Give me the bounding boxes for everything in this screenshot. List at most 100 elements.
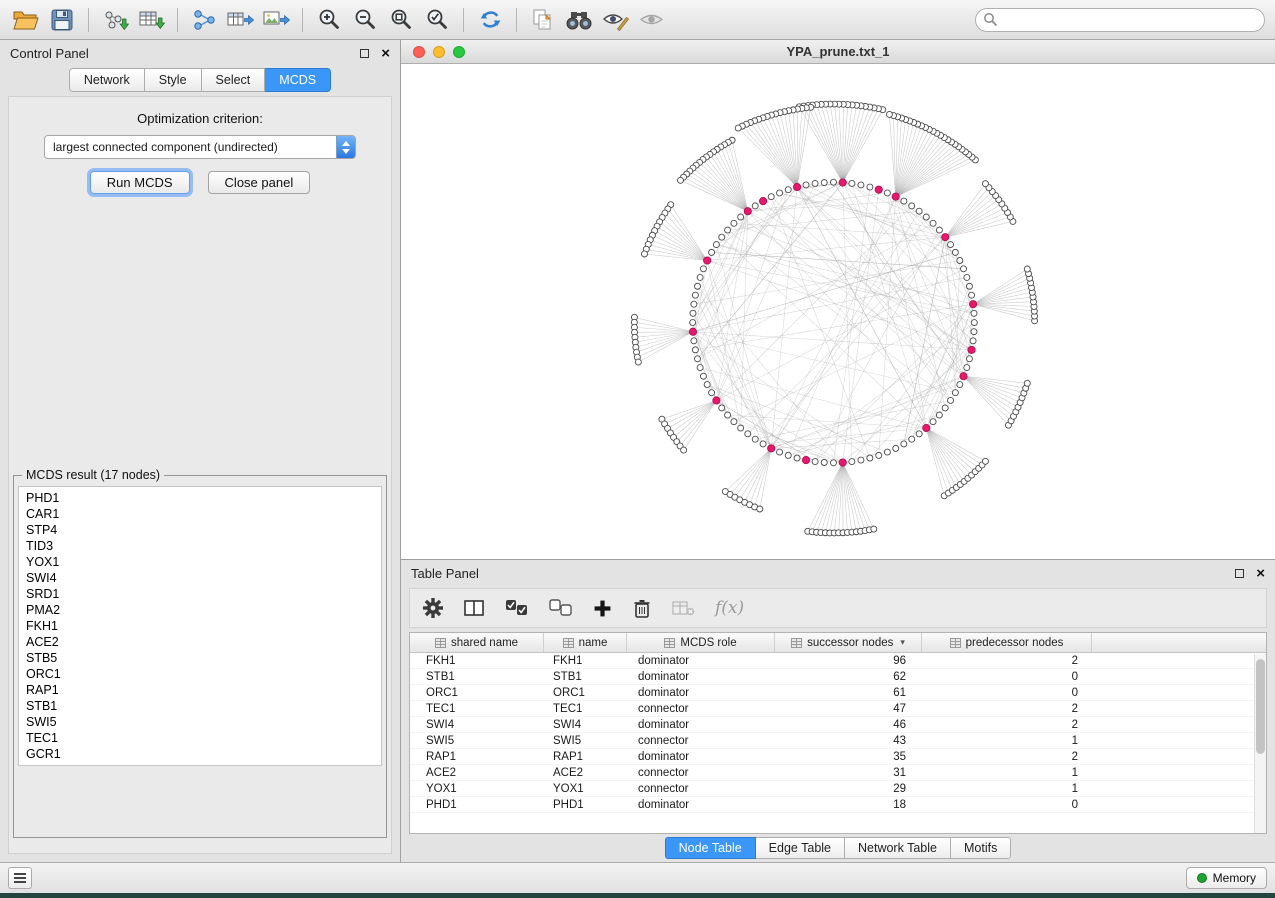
cell-name: SWI5 bbox=[544, 733, 627, 749]
result-node-item[interactable]: YOX1 bbox=[19, 554, 381, 570]
column-header-shared-name[interactable]: shared name bbox=[410, 633, 544, 652]
result-node-item[interactable]: STP4 bbox=[19, 522, 381, 538]
result-node-item[interactable]: PHD1 bbox=[19, 490, 381, 506]
result-node-item[interactable]: SRD1 bbox=[19, 586, 381, 602]
result-node-item[interactable]: CAR1 bbox=[19, 506, 381, 522]
window-minimize-icon[interactable] bbox=[433, 46, 445, 58]
table-scrollbar[interactable] bbox=[1254, 654, 1266, 833]
table-row[interactable]: SWI5SWI5connector431 bbox=[410, 733, 1266, 749]
cell-successors: 35 bbox=[775, 749, 922, 765]
control-panel: Control Panel × NetworkStyleSelectMCDS O… bbox=[0, 40, 401, 862]
result-node-item[interactable]: FKH1 bbox=[19, 618, 381, 634]
tab-node-table[interactable]: Node Table bbox=[665, 837, 756, 859]
delete-column-button[interactable] bbox=[632, 594, 652, 622]
tab-network-table[interactable]: Network Table bbox=[845, 837, 951, 859]
close-panel-button[interactable]: Close panel bbox=[208, 171, 311, 194]
result-node-item[interactable]: TID3 bbox=[19, 538, 381, 554]
result-node-item[interactable]: SWI4 bbox=[19, 570, 381, 586]
tab-select[interactable]: Select bbox=[202, 68, 266, 92]
sort-dropdown-icon[interactable]: ▾ bbox=[900, 637, 905, 648]
apply-layout-button[interactable] bbox=[474, 4, 506, 36]
result-node-item[interactable]: SWI5 bbox=[19, 714, 381, 730]
tab-motifs[interactable]: Motifs bbox=[951, 837, 1011, 859]
tab-network[interactable]: Network bbox=[69, 68, 145, 92]
result-node-item[interactable]: RAP1 bbox=[19, 682, 381, 698]
zoom-out-button[interactable] bbox=[349, 4, 381, 36]
table-row[interactable]: YOX1YOX1connector291 bbox=[410, 781, 1266, 797]
cell-shared-name: ORC1 bbox=[410, 685, 544, 701]
cell-name: YOX1 bbox=[544, 781, 627, 797]
result-node-item[interactable]: ACE2 bbox=[19, 634, 381, 650]
window-maximize-icon[interactable] bbox=[453, 46, 465, 58]
show-hide-button[interactable] bbox=[635, 4, 667, 36]
annotation-mode-button[interactable] bbox=[599, 4, 631, 36]
table-row[interactable]: SWI4SWI4dominator462 bbox=[410, 717, 1266, 733]
table-settings-button[interactable] bbox=[422, 594, 444, 622]
zoom-in-button[interactable] bbox=[313, 4, 345, 36]
result-node-item[interactable]: STB1 bbox=[19, 698, 381, 714]
table-row[interactable]: RAP1RAP1dominator352 bbox=[410, 749, 1266, 765]
cell-successors: 31 bbox=[775, 765, 922, 781]
optimization-criterion-label: Optimization criterion: bbox=[137, 111, 263, 126]
window-close-icon[interactable] bbox=[413, 46, 425, 58]
table-row[interactable]: ORC1ORC1dominator610 bbox=[410, 685, 1266, 701]
cell-name: STB1 bbox=[544, 669, 627, 685]
cell-predecessors: 2 bbox=[922, 653, 1092, 669]
export-network-button[interactable] bbox=[188, 4, 220, 36]
column-header-mcds-role[interactable]: MCDS role bbox=[627, 633, 775, 652]
float-panel-icon[interactable] bbox=[360, 49, 369, 58]
tab-edge-table[interactable]: Edge Table bbox=[756, 837, 845, 859]
result-node-item[interactable]: GCR1 bbox=[19, 746, 381, 762]
result-node-item[interactable]: STB5 bbox=[19, 650, 381, 666]
task-history-button[interactable] bbox=[8, 867, 32, 889]
tab-style[interactable]: Style bbox=[145, 68, 202, 92]
cell-successors: 46 bbox=[775, 717, 922, 733]
column-header-name[interactable]: name bbox=[544, 633, 627, 652]
run-mcds-button[interactable]: Run MCDS bbox=[90, 171, 190, 194]
network-canvas[interactable] bbox=[401, 64, 1275, 559]
column-header-predecessor-nodes[interactable]: predecessor nodes bbox=[922, 633, 1092, 652]
eye-edit-icon bbox=[602, 8, 629, 31]
export-table-button[interactable] bbox=[224, 4, 256, 36]
delete-table-button-disabled bbox=[672, 594, 695, 622]
column-header-successor-nodes[interactable]: successor nodes▾ bbox=[775, 633, 922, 652]
control-panel-tabs: NetworkStyleSelectMCDS bbox=[0, 66, 400, 92]
zoom-selected-button[interactable] bbox=[421, 4, 453, 36]
close-panel-icon[interactable]: × bbox=[381, 46, 390, 61]
select-all-button[interactable] bbox=[505, 594, 529, 622]
column-type-icon bbox=[563, 638, 574, 648]
result-node-item[interactable]: ORC1 bbox=[19, 666, 381, 682]
export-image-button[interactable] bbox=[260, 4, 292, 36]
table-row[interactable]: TEC1TEC1connector472 bbox=[410, 701, 1266, 717]
save-session-button[interactable] bbox=[46, 4, 78, 36]
status-bar: Memory bbox=[0, 862, 1275, 893]
tab-mcds[interactable]: MCDS bbox=[265, 68, 331, 92]
network-view-window: YPA_prune.txt_1 bbox=[401, 40, 1275, 560]
cell-predecessors: 0 bbox=[922, 669, 1092, 685]
table-row[interactable]: PHD1PHD1dominator180 bbox=[410, 797, 1266, 813]
close-panel-icon[interactable]: × bbox=[1256, 566, 1265, 581]
show-columns-button[interactable] bbox=[464, 594, 485, 622]
table-row[interactable]: STB1STB1dominator620 bbox=[410, 669, 1266, 685]
deselect-all-button[interactable] bbox=[549, 594, 573, 622]
import-table-button[interactable] bbox=[135, 4, 167, 36]
criterion-select[interactable]: largest connected component (undirected) bbox=[44, 135, 356, 159]
add-column-button[interactable] bbox=[593, 594, 612, 622]
scrollbar-thumb[interactable] bbox=[1256, 659, 1265, 754]
table-row[interactable]: FKH1FKH1dominator962 bbox=[410, 653, 1266, 669]
function-builder-button[interactable]: f(x) bbox=[715, 594, 744, 622]
clone-document-icon bbox=[531, 8, 555, 32]
cell-shared-name: SWI5 bbox=[410, 733, 544, 749]
zoom-fit-button[interactable] bbox=[385, 4, 417, 36]
open-session-button[interactable] bbox=[10, 4, 42, 36]
result-node-item[interactable]: PMA2 bbox=[19, 602, 381, 618]
search-input[interactable] bbox=[975, 8, 1265, 32]
result-node-item[interactable]: TEC1 bbox=[19, 730, 381, 746]
column-label: predecessor nodes bbox=[966, 637, 1064, 649]
memory-button[interactable]: Memory bbox=[1186, 867, 1267, 889]
float-panel-icon[interactable] bbox=[1235, 569, 1244, 578]
import-network-button[interactable] bbox=[99, 4, 131, 36]
clone-network-button[interactable] bbox=[527, 4, 559, 36]
find-button[interactable] bbox=[563, 4, 595, 36]
table-row[interactable]: ACE2ACE2connector311 bbox=[410, 765, 1266, 781]
